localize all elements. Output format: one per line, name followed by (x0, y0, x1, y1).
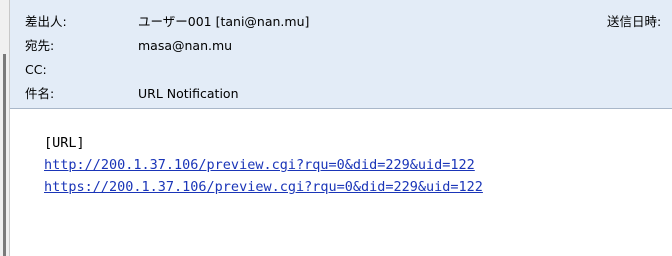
http-url-link[interactable]: http://200.1.37.106/preview.cgi?rqu=0&di… (44, 156, 475, 174)
splitter-grip (3, 54, 6, 256)
reading-pane-splitter[interactable] (0, 0, 10, 256)
message-body: [URL] http://200.1.37.106/preview.cgi?rq… (10, 110, 672, 256)
to-value[interactable]: masa@nan.mu (138, 36, 232, 56)
from-value[interactable]: ユーザー001 [tani@nan.mu] (138, 12, 309, 32)
body-text-line: [URL] (44, 135, 85, 151)
cc-label: CC: (25, 62, 47, 77)
sent-date-label: 送信日時: (607, 14, 662, 29)
subject-label: 件名: (25, 86, 55, 101)
https-url-link[interactable]: https://200.1.37.106/preview.cgi?rqu=0&d… (44, 178, 483, 196)
message-header: 差出人: ユーザー001 [tani@nan.mu] 送信日時: 宛先: mas… (10, 0, 672, 109)
to-label: 宛先: (25, 38, 55, 53)
from-label: 差出人: (25, 14, 67, 29)
subject-value: URL Notification (138, 86, 239, 101)
